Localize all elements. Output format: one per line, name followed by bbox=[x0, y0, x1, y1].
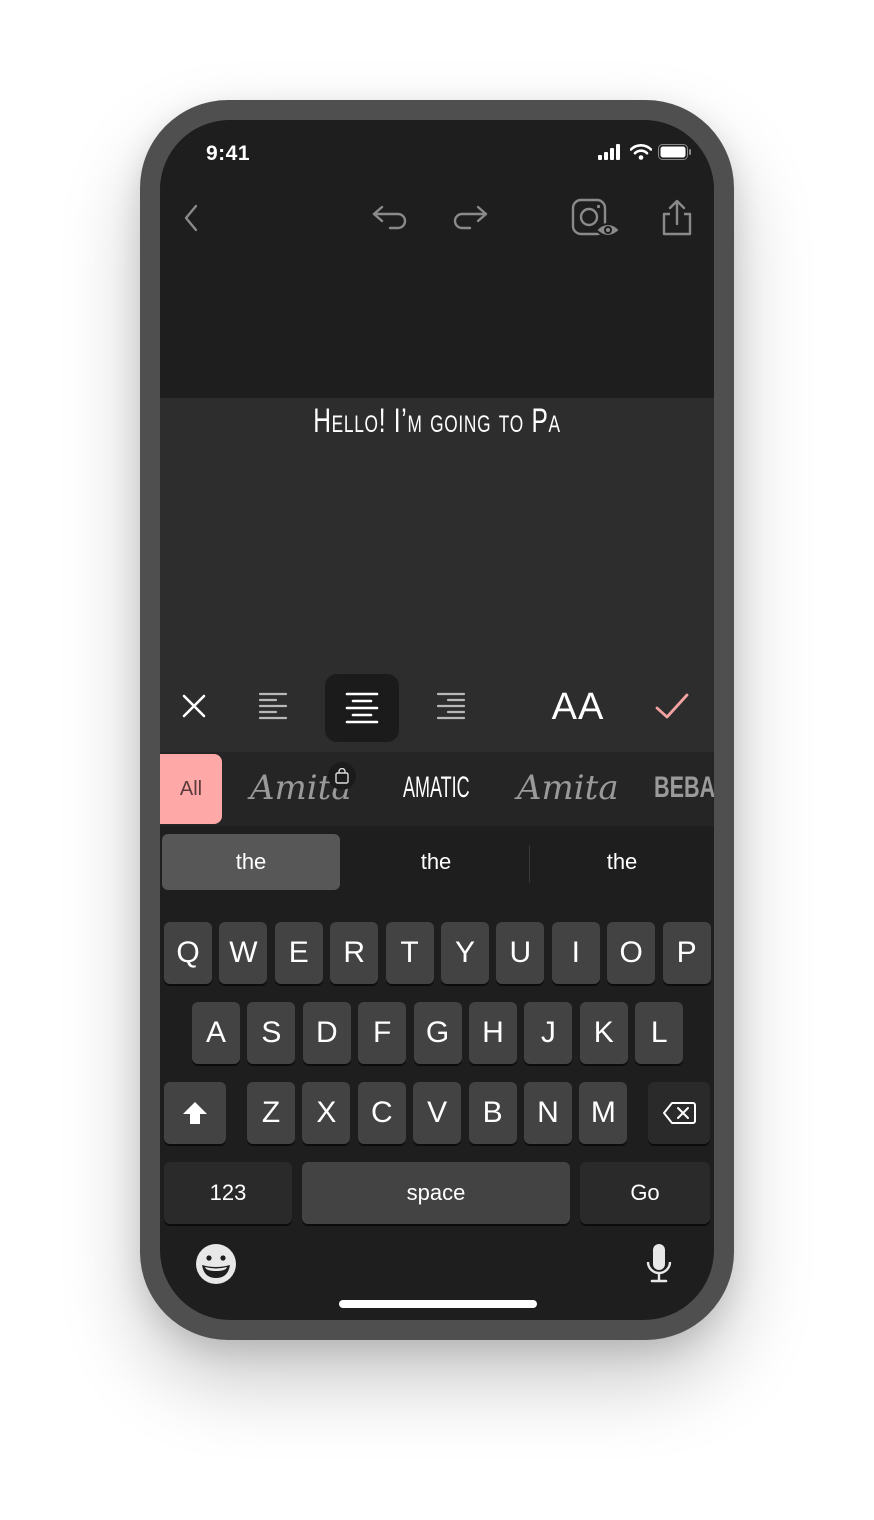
key-y[interactable]: Y bbox=[441, 922, 489, 984]
font-filter-all[interactable]: All bbox=[160, 754, 222, 824]
key-j[interactable]: J bbox=[524, 1002, 573, 1064]
microphone-icon[interactable] bbox=[644, 1242, 674, 1286]
backspace-icon bbox=[663, 1102, 696, 1124]
undo-icon[interactable] bbox=[370, 202, 414, 234]
checkmark-icon bbox=[655, 693, 689, 719]
key-f[interactable]: F bbox=[358, 1002, 407, 1064]
key-a[interactable]: A bbox=[192, 1002, 240, 1064]
screen: 9:41 Hello! I’m going to Pa AA All Amita… bbox=[160, 120, 714, 1320]
align-right-icon bbox=[436, 692, 466, 720]
key-n[interactable]: N bbox=[524, 1082, 572, 1144]
key-w[interactable]: W bbox=[219, 922, 268, 984]
canvas-text[interactable]: Hello! I’m going to Pa bbox=[238, 402, 637, 441]
suggestion-divider bbox=[529, 846, 530, 882]
back-icon[interactable] bbox=[180, 202, 202, 234]
home-indicator[interactable] bbox=[339, 1300, 537, 1308]
delete-key[interactable] bbox=[648, 1082, 710, 1144]
space-key[interactable]: space bbox=[302, 1162, 570, 1224]
emoji-icon[interactable] bbox=[194, 1242, 238, 1286]
shift-icon bbox=[183, 1102, 207, 1124]
numbers-key[interactable]: 123 bbox=[164, 1162, 292, 1224]
key-u[interactable]: U bbox=[496, 922, 545, 984]
battery-icon bbox=[658, 144, 691, 160]
text-canvas[interactable]: Hello! I’m going to Pa bbox=[160, 398, 714, 666]
key-x[interactable]: X bbox=[302, 1082, 351, 1144]
status-icons bbox=[598, 144, 692, 160]
key-q[interactable]: Q bbox=[164, 922, 212, 984]
confirm-button[interactable] bbox=[650, 684, 694, 728]
suggestion-2[interactable]: the bbox=[346, 834, 526, 890]
key-p[interactable]: P bbox=[662, 922, 711, 984]
key-l[interactable]: L bbox=[635, 1002, 684, 1064]
wifi-icon bbox=[630, 144, 652, 160]
font-option-amatic[interactable]: AMATIC bbox=[403, 766, 470, 810]
font-option-bebas[interactable]: BEBAS bbox=[654, 766, 714, 810]
key-g[interactable]: G bbox=[413, 1002, 462, 1064]
key-o[interactable]: O bbox=[607, 922, 656, 984]
key-v[interactable]: V bbox=[413, 1082, 462, 1144]
key-h[interactable]: H bbox=[469, 1002, 517, 1064]
align-center-icon bbox=[345, 692, 379, 724]
close-icon bbox=[182, 694, 206, 718]
suggestion-3[interactable]: the bbox=[532, 834, 712, 890]
predictive-bar: the the the bbox=[160, 826, 714, 902]
key-i[interactable]: I bbox=[551, 922, 600, 984]
key-r[interactable]: R bbox=[330, 922, 379, 984]
key-z[interactable]: Z bbox=[247, 1082, 295, 1144]
phone-frame: 9:41 Hello! I’m going to Pa AA All Amita… bbox=[140, 100, 734, 1340]
format-bar: AA bbox=[160, 666, 714, 752]
share-icon[interactable] bbox=[660, 198, 694, 238]
key-k[interactable]: K bbox=[579, 1002, 628, 1064]
redo-icon[interactable] bbox=[448, 202, 492, 234]
signal-icon bbox=[598, 144, 620, 160]
key-m[interactable]: M bbox=[579, 1082, 628, 1144]
key-b[interactable]: B bbox=[468, 1082, 517, 1144]
align-left-button[interactable] bbox=[246, 684, 300, 728]
font-option-amita[interactable]: Amita bbox=[517, 766, 619, 810]
align-center-button[interactable] bbox=[325, 674, 399, 742]
text-size-button[interactable]: AA bbox=[540, 680, 616, 734]
key-e[interactable]: E bbox=[274, 922, 323, 984]
go-key[interactable]: Go bbox=[580, 1162, 710, 1224]
key-d[interactable]: D bbox=[302, 1002, 351, 1064]
status-time: 9:41 bbox=[206, 142, 251, 165]
close-button[interactable] bbox=[172, 684, 216, 728]
key-t[interactable]: T bbox=[385, 922, 434, 984]
shopping-bag-icon bbox=[335, 768, 349, 784]
shift-key[interactable] bbox=[164, 1082, 226, 1144]
font-picker: All Amita AMATIC Amita BEBAS bbox=[160, 752, 714, 826]
key-c[interactable]: C bbox=[357, 1082, 406, 1144]
instagram-preview-icon[interactable] bbox=[570, 198, 626, 242]
align-right-button[interactable] bbox=[424, 684, 478, 728]
shopping-bag-badge bbox=[328, 762, 356, 790]
suggestion-1[interactable]: the bbox=[162, 834, 340, 890]
align-left-icon bbox=[258, 692, 288, 720]
key-s[interactable]: S bbox=[247, 1002, 296, 1064]
